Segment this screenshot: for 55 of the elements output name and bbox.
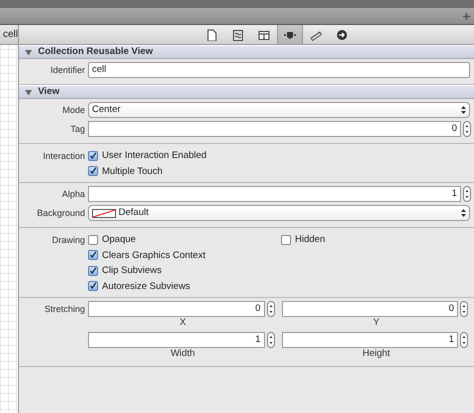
help-icon[interactable] [232,28,244,40]
identity-card-icon[interactable] [258,28,270,40]
number-field[interactable]: 1 [88,332,264,348]
checkbox[interactable] [88,234,98,245]
checkbox-label[interactable]: Clears Graphics Context [102,248,206,263]
number-field[interactable]: 0 [88,301,264,317]
field-label: Alpha [60,188,86,201]
field-label: Identifier [49,64,86,77]
checkbox-label[interactable]: Multiple Touch [102,164,163,179]
field-label: Drawing [50,234,86,247]
number-field[interactable]: 1 [88,186,461,202]
stepper-icon[interactable] [460,301,468,317]
number-field[interactable]: 0 [88,121,461,137]
checkbox[interactable] [281,234,291,245]
field-label: Background [36,207,86,220]
disclosure-triangle-icon[interactable] [25,48,32,56]
section-header[interactable]: Collection Reusable View [19,45,474,59]
plus-icon[interactable] [463,12,470,20]
file-icon[interactable] [206,28,218,40]
number-field[interactable]: 1 [282,332,458,348]
color-swatch-icon [92,208,116,218]
text-field[interactable]: cell [88,62,470,78]
checkbox[interactable] [88,150,98,161]
ruler-icon[interactable] [310,28,322,40]
field-label: Stretching [43,303,86,316]
section-header[interactable]: View [19,85,474,99]
field-caption: Width [170,348,196,360]
number-field[interactable]: 0 [282,301,458,317]
checkbox-label[interactable]: Opaque [102,232,136,248]
popup-arrows-icon[interactable] [461,209,466,217]
popup-arrows-icon[interactable] [461,106,466,114]
checkbox[interactable] [88,250,98,260]
popup-button[interactable]: Center [88,102,470,118]
checkbox-label[interactable]: Autoresize Subviews [102,278,190,294]
popup-button[interactable]: Default [88,205,470,221]
checkbox-label[interactable]: Clip Subviews [102,263,162,278]
field-label: Mode [61,104,86,117]
checkbox-label[interactable]: Hidden [295,232,326,248]
field-caption: X [178,317,187,329]
stepper-icon[interactable] [266,301,274,317]
checkbox[interactable] [88,266,98,276]
attributes-tab[interactable] [276,25,302,44]
field-caption: Height [362,348,391,360]
field-label: Interaction [42,150,86,163]
stepper-icon[interactable] [463,121,471,137]
checkbox[interactable] [88,281,98,292]
stepper-icon[interactable] [266,332,274,348]
stepper-icon[interactable] [463,186,471,202]
checkbox-label[interactable]: User Interaction Enabled [102,148,207,164]
connections-icon[interactable] [336,28,348,40]
checkbox[interactable] [88,166,98,176]
field-label: Tag [69,123,86,136]
disclosure-triangle-icon[interactable] [25,88,32,96]
stepper-icon[interactable] [460,332,468,348]
field-caption: Y [372,317,380,329]
